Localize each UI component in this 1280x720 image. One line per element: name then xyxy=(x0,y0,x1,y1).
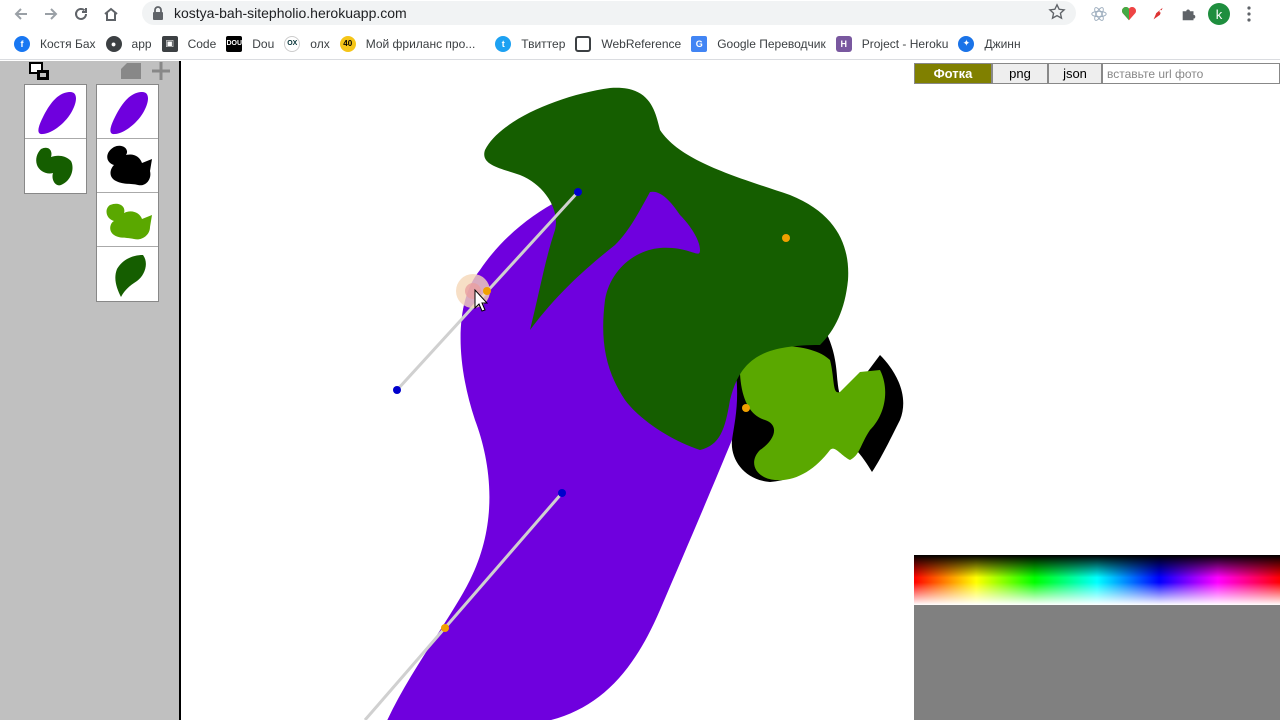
plus-icon xyxy=(152,62,170,80)
purple-shape-icon xyxy=(109,91,148,134)
profile-avatar[interactable]: k xyxy=(1208,3,1230,25)
control-point-blue[interactable] xyxy=(574,188,582,196)
artwork-svg xyxy=(363,87,904,720)
forward-button[interactable] xyxy=(36,0,66,28)
layer-thumb-purple[interactable] xyxy=(97,85,158,139)
leaf-shape-icon xyxy=(114,255,146,297)
control-point-blue[interactable] xyxy=(558,489,566,497)
color-spectrum-picker[interactable] xyxy=(914,555,1280,605)
back-button[interactable] xyxy=(6,0,36,28)
layer-thumb-dark-green[interactable] xyxy=(25,139,86,193)
green-shape-icon xyxy=(35,147,73,186)
color-preview-swatch xyxy=(914,605,1280,720)
home-icon xyxy=(104,7,118,21)
anchor-point-orange[interactable] xyxy=(742,404,750,412)
freelance-icon: 40 xyxy=(339,35,356,52)
reload-button[interactable] xyxy=(66,0,96,28)
bookmark-code[interactable]: ▣ Code xyxy=(160,30,225,58)
layers-panel xyxy=(0,61,181,720)
photo-url-input[interactable] xyxy=(1102,63,1280,84)
editor-app: Фотка png json xyxy=(0,61,1280,720)
image-toolbar: Фотка png json xyxy=(914,63,1280,84)
color-picker-extension-icon[interactable] xyxy=(1118,3,1140,25)
drawing-canvas[interactable] xyxy=(183,61,914,720)
bookmark-star-button[interactable] xyxy=(1048,3,1066,26)
layer-thumb-dark-green-leaf[interactable] xyxy=(97,247,158,301)
translate-icon: G xyxy=(691,35,708,52)
dou-icon: DOU xyxy=(226,35,243,52)
lightgreen-shape-icon xyxy=(106,203,152,239)
home-button[interactable] xyxy=(96,0,126,28)
arrow-right-icon xyxy=(45,8,58,20)
bookmarks-bar: f Костя Бах ● app ▣ Code DOU Dou OX олх … xyxy=(0,28,1280,60)
anchor-point-orange[interactable] xyxy=(782,234,790,242)
bookmark-twitter[interactable]: t Твиттер xyxy=(493,30,573,58)
bookmark-dou[interactable]: DOU Dou xyxy=(224,30,282,58)
bookmark-facebook[interactable]: f Костя Бах xyxy=(12,30,104,58)
new-file-button[interactable] xyxy=(121,63,141,84)
extensions-area: k xyxy=(1088,0,1260,28)
layer-list xyxy=(96,84,159,302)
bookmark-google-translate[interactable]: G Google Переводчик xyxy=(689,30,834,58)
react-devtools-icon[interactable] xyxy=(1088,3,1110,25)
url-text: kostya-bah-sitepholio.herokuapp.com xyxy=(174,5,407,21)
genie-icon: ✦ xyxy=(958,35,975,52)
bookmark-app[interactable]: ● app xyxy=(104,30,160,58)
purple-shape-icon xyxy=(37,91,76,134)
puzzle-extensions-icon[interactable] xyxy=(1178,3,1200,25)
star-icon xyxy=(1048,3,1066,20)
menu-kebab-icon[interactable] xyxy=(1238,3,1260,25)
twitter-icon: t xyxy=(495,35,512,52)
anchor-point-orange[interactable] xyxy=(483,287,491,295)
png-button[interactable]: png xyxy=(992,63,1048,84)
chat-icon xyxy=(575,35,592,52)
heroku-icon: H xyxy=(835,35,852,52)
bookmark-heroku[interactable]: H Project - Heroku xyxy=(834,30,957,58)
black-shape-icon xyxy=(106,145,152,185)
facebook-icon: f xyxy=(14,35,30,52)
arrow-left-icon xyxy=(14,8,27,20)
bookmark-webreference[interactable]: WebReference xyxy=(573,30,689,58)
add-layer-button[interactable] xyxy=(151,62,171,85)
cube-icon: ▣ xyxy=(161,35,178,52)
file-icon xyxy=(121,63,141,79)
reload-icon xyxy=(75,7,87,20)
lock-icon xyxy=(153,6,163,20)
address-bar[interactable]: kostya-bah-sitepholio.herokuapp.com xyxy=(142,1,1076,25)
anchor-point-orange[interactable] xyxy=(441,624,449,632)
json-button[interactable]: json xyxy=(1048,63,1102,84)
image-panel: Фотка png json xyxy=(914,61,1280,720)
layers-group-icon xyxy=(29,62,49,80)
control-point-blue[interactable] xyxy=(393,386,401,394)
bookmark-genie[interactable]: ✦ Джинн xyxy=(956,30,1028,58)
lightgreen-stem-shape[interactable] xyxy=(739,345,886,481)
globe-icon: ● xyxy=(105,35,122,52)
layer-thumb-black[interactable] xyxy=(97,139,158,193)
layer-thumb-purple[interactable] xyxy=(25,85,86,139)
olx-icon: OX xyxy=(284,35,301,52)
layer-group-list xyxy=(24,84,87,194)
rocket-extension-icon[interactable] xyxy=(1148,3,1170,25)
bookmark-freelance[interactable]: 40 Мой фриланс про... xyxy=(338,30,484,58)
layer-thumb-light-green[interactable] xyxy=(97,193,158,247)
photo-button[interactable]: Фотка xyxy=(914,63,992,84)
bookmark-olx[interactable]: OX олх xyxy=(282,30,337,58)
